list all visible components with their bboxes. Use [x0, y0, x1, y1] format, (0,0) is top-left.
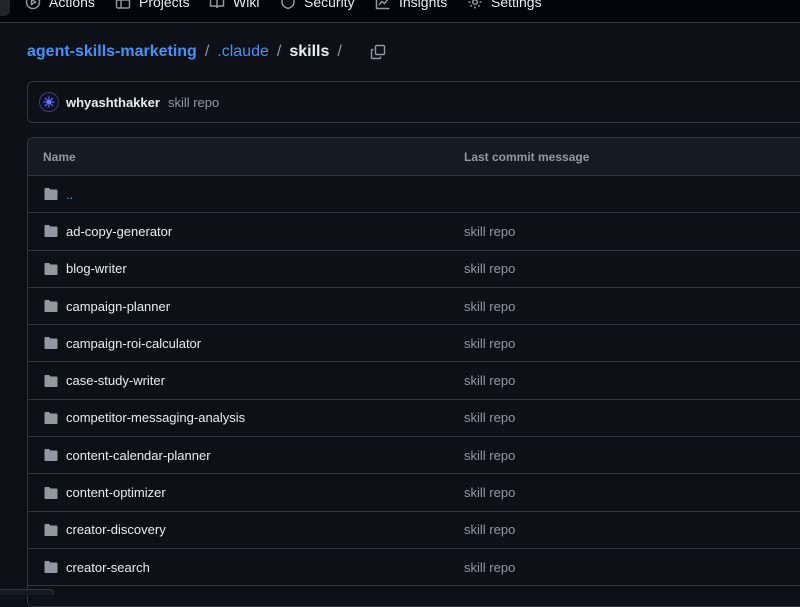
folder-icon: [43, 335, 59, 351]
folder-icon: [43, 373, 59, 389]
tab-settings-label: Settings: [491, 0, 542, 10]
avatar[interactable]: [39, 92, 59, 112]
commit-message-link[interactable]: skill repo: [464, 261, 515, 276]
commit-message-link[interactable]: skill repo: [464, 373, 515, 388]
breadcrumb-separator: /: [337, 43, 342, 60]
file-name-link[interactable]: campaign-planner: [66, 299, 170, 314]
table-header: Name Last commit message: [28, 138, 800, 176]
file-name-link[interactable]: creator-search: [66, 560, 150, 575]
tab-settings[interactable]: Settings: [467, 0, 542, 12]
table-row[interactable]: creator-search skill repo: [28, 549, 800, 587]
parent-directory-link[interactable]: ..: [66, 187, 73, 202]
copy-path-button[interactable]: [368, 42, 388, 62]
play-circle-icon: [25, 0, 41, 10]
folder-icon: [43, 298, 59, 314]
shield-icon: [281, 0, 295, 10]
folder-icon: [43, 559, 59, 575]
breadcrumb-separator: /: [276, 43, 282, 60]
nav-tab-partial[interactable]: [0, 0, 10, 16]
commit-message-link[interactable]: skill repo: [464, 410, 515, 425]
folder-icon: [43, 447, 59, 463]
breadcrumb-folder-link[interactable]: .claude: [217, 43, 269, 61]
tab-wiki-label: Wiki: [233, 0, 260, 10]
folder-icon: [43, 522, 59, 538]
table-row[interactable]: campaign-planner skill repo: [28, 288, 800, 326]
commit-message-link[interactable]: skill repo: [168, 95, 219, 110]
tab-actions-label: Actions: [49, 0, 95, 10]
table-row[interactable]: ad-copy-generator skill repo: [28, 213, 800, 251]
commit-message-link[interactable]: skill repo: [464, 336, 515, 351]
tab-security-label: Security: [304, 0, 355, 10]
table-row[interactable]: content-optimizer skill repo: [28, 474, 800, 512]
repo-nav-bar: Actions Projects Wiki Security Insights …: [0, 0, 800, 23]
table-row[interactable]: creator-discovery skill repo: [28, 512, 800, 549]
file-name-link[interactable]: campaign-roi-calculator: [66, 336, 201, 351]
table-row[interactable]: case-study-writer skill repo: [28, 362, 800, 400]
column-header-message: Last commit message: [464, 149, 590, 164]
tab-insights-label: Insights: [399, 0, 448, 10]
file-name-link[interactable]: creator-discovery: [66, 522, 166, 537]
latest-commit-bar: whyashthakker skill repo: [27, 81, 800, 123]
copy-icon: [370, 44, 386, 60]
breadcrumb-separator: /: [204, 43, 210, 60]
file-name-link[interactable]: content-optimizer: [66, 485, 166, 500]
avatar-sparkle-icon: [43, 96, 55, 108]
folder-icon: [43, 186, 59, 202]
breadcrumb: agent-skills-marketing / .claude / skill…: [27, 42, 388, 62]
file-name-link[interactable]: ad-copy-generator: [66, 224, 172, 239]
tab-wiki[interactable]: Wiki: [209, 0, 259, 12]
file-name-link[interactable]: blog-writer: [66, 261, 127, 276]
table-row-parent[interactable]: ..: [28, 176, 800, 214]
file-rows: ad-copy-generator skill repo blog-writer sk…: [28, 213, 800, 587]
tab-insights[interactable]: Insights: [375, 0, 447, 12]
breadcrumb-current: skills: [289, 43, 330, 60]
scrollbar-stub[interactable]: [0, 589, 54, 595]
tab-projects[interactable]: Projects: [115, 0, 190, 12]
folder-icon: [43, 261, 59, 277]
file-name-link[interactable]: content-calendar-planner: [66, 448, 211, 463]
table-row[interactable]: blog-writer skill repo: [28, 251, 800, 288]
commit-message-link[interactable]: skill repo: [464, 522, 515, 537]
commit-message-link[interactable]: skill repo: [464, 485, 515, 500]
graph-icon: [375, 0, 390, 10]
commit-message-link[interactable]: skill repo: [464, 560, 515, 575]
commit-message-link[interactable]: skill repo: [464, 299, 515, 314]
breadcrumb-repo-link[interactable]: agent-skills-marketing: [27, 43, 197, 61]
column-header-name: Name: [43, 149, 76, 164]
table-row[interactable]: content-calendar-planner skill repo: [28, 437, 800, 475]
tab-actions[interactable]: Actions: [25, 0, 95, 12]
tab-projects-label: Projects: [139, 0, 190, 10]
file-name-link[interactable]: competitor-messaging-analysis: [66, 410, 245, 425]
gear-icon: [468, 0, 482, 9]
tab-security[interactable]: Security: [280, 0, 355, 12]
folder-icon: [43, 410, 59, 426]
file-name-link[interactable]: case-study-writer: [66, 373, 165, 388]
table-icon: [115, 0, 131, 9]
folder-icon: [43, 223, 59, 239]
book-icon: [209, 0, 225, 9]
commit-message-link[interactable]: skill repo: [464, 448, 515, 463]
table-row[interactable]: campaign-roi-calculator skill repo: [28, 325, 800, 363]
table-row[interactable]: competitor-messaging-analysis skill repo: [28, 400, 800, 438]
file-table: Name Last commit message .. ad-copy-gene…: [27, 137, 800, 607]
commit-author-link[interactable]: whyashthakker: [66, 95, 160, 110]
folder-icon: [43, 485, 59, 501]
commit-message-link[interactable]: skill repo: [464, 224, 515, 239]
